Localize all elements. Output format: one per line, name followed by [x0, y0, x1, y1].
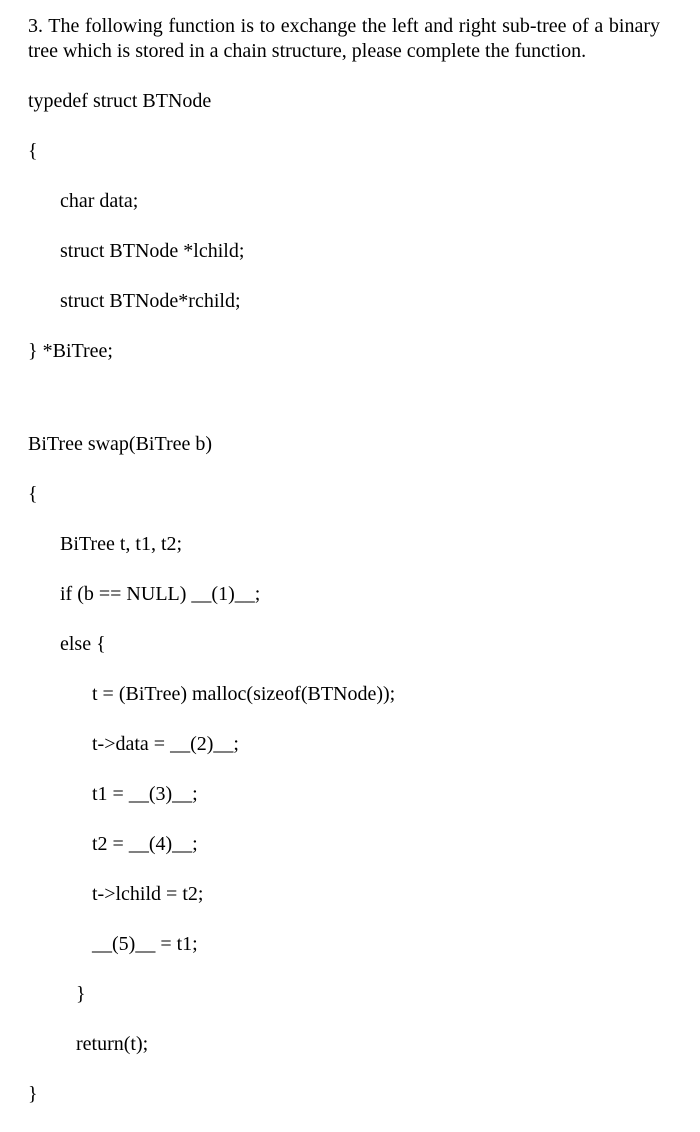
func-signature: BiTree swap(BiTree b) — [28, 432, 660, 457]
typedef-line-1: typedef struct BTNode — [28, 89, 660, 114]
typedef-line-2: { — [28, 139, 660, 164]
typedef-block: typedef struct BTNode { char data; struc… — [28, 64, 660, 389]
question-number: 3. — [28, 15, 43, 37]
prompt-line-3: complete the function. — [407, 40, 586, 62]
func-return: return(t); — [28, 1032, 660, 1057]
func-open-brace: { — [28, 482, 660, 507]
func-t1: t1 = __(3)__; — [28, 782, 660, 807]
question-prompt: 3. The following function is to exchange… — [28, 14, 660, 64]
func-tdata: t->data = __(2)__; — [28, 732, 660, 757]
typedef-line-6: } *BiTree; — [28, 339, 660, 364]
prompt-line-1: The following function is to exchange th… — [48, 15, 566, 37]
typedef-line-3: char data; — [28, 189, 660, 214]
func-if-line: if (b == NULL) __(1)__; — [28, 582, 660, 607]
func-malloc: t = (BiTree) malloc(sizeof(BTNode)); — [28, 682, 660, 707]
typedef-line-5: struct BTNode*rchild; — [28, 289, 660, 314]
func-lchild: t->lchild = t2; — [28, 882, 660, 907]
func-close-brace: } — [28, 1082, 660, 1107]
func-t2: t2 = __(4)__; — [28, 832, 660, 857]
func-blank5: __(5)__ = t1; — [28, 932, 660, 957]
function-block: BiTree swap(BiTree b) { BiTree t, t1, t2… — [28, 407, 660, 1132]
func-decl: BiTree t, t1, t2; — [28, 532, 660, 557]
func-close-else: } — [28, 982, 660, 1007]
typedef-line-4: struct BTNode *lchild; — [28, 239, 660, 264]
func-else-line: else { — [28, 632, 660, 657]
